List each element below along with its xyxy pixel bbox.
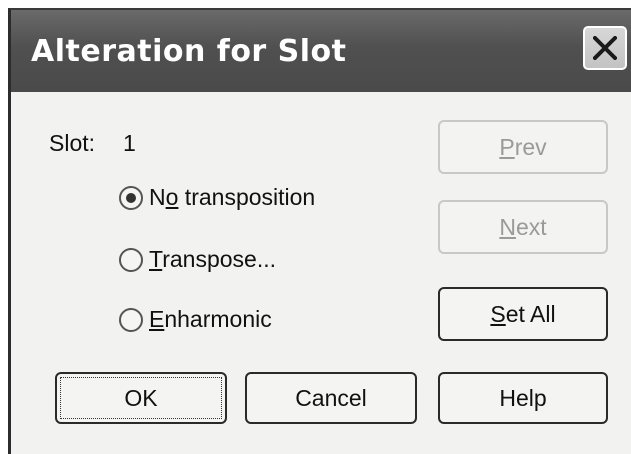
dialog-body: Slot: 1 No transposition Transpose... En… — [11, 92, 631, 454]
cancel-button[interactable]: Cancel — [245, 372, 417, 424]
radio-no-transposition[interactable]: No transposition — [119, 184, 315, 211]
radio-enharmonic[interactable]: Enharmonic — [119, 306, 272, 333]
next-button-label: Next — [499, 213, 547, 240]
prev-button-label: Prev — [499, 133, 547, 160]
next-button[interactable]: Next — [438, 200, 608, 254]
set-all-button-label: Set All — [490, 300, 556, 327]
dialog-title: Alteration for Slot — [31, 34, 347, 69]
ok-button-label: OK — [124, 384, 158, 411]
slot-label: Slot: — [49, 130, 96, 156]
cancel-button-label: Cancel — [295, 384, 367, 411]
radio-label-enharmonic: Enharmonic — [149, 306, 272, 332]
radio-indicator[interactable] — [119, 307, 143, 332]
radio-indicator[interactable] — [119, 185, 143, 210]
radio-label-transpose: Transpose... — [149, 246, 276, 272]
radio-label-no-transposition: No transposition — [149, 184, 316, 210]
set-all-button[interactable]: Set All — [438, 287, 608, 341]
radio-indicator[interactable] — [119, 247, 143, 272]
slot-value: 1 — [123, 130, 136, 156]
help-button-label: Help — [499, 384, 547, 411]
close-button[interactable] — [583, 26, 627, 70]
close-icon — [593, 36, 617, 60]
title-bar[interactable]: Alteration for Slot — [11, 10, 631, 92]
help-button[interactable]: Help — [438, 372, 608, 424]
prev-button[interactable]: Prev — [438, 120, 608, 174]
ok-button[interactable]: OK — [55, 372, 227, 424]
dialog-window: Alteration for Slot Slot: 1 No transposi… — [8, 8, 631, 454]
radio-transpose[interactable]: Transpose... — [119, 246, 276, 273]
